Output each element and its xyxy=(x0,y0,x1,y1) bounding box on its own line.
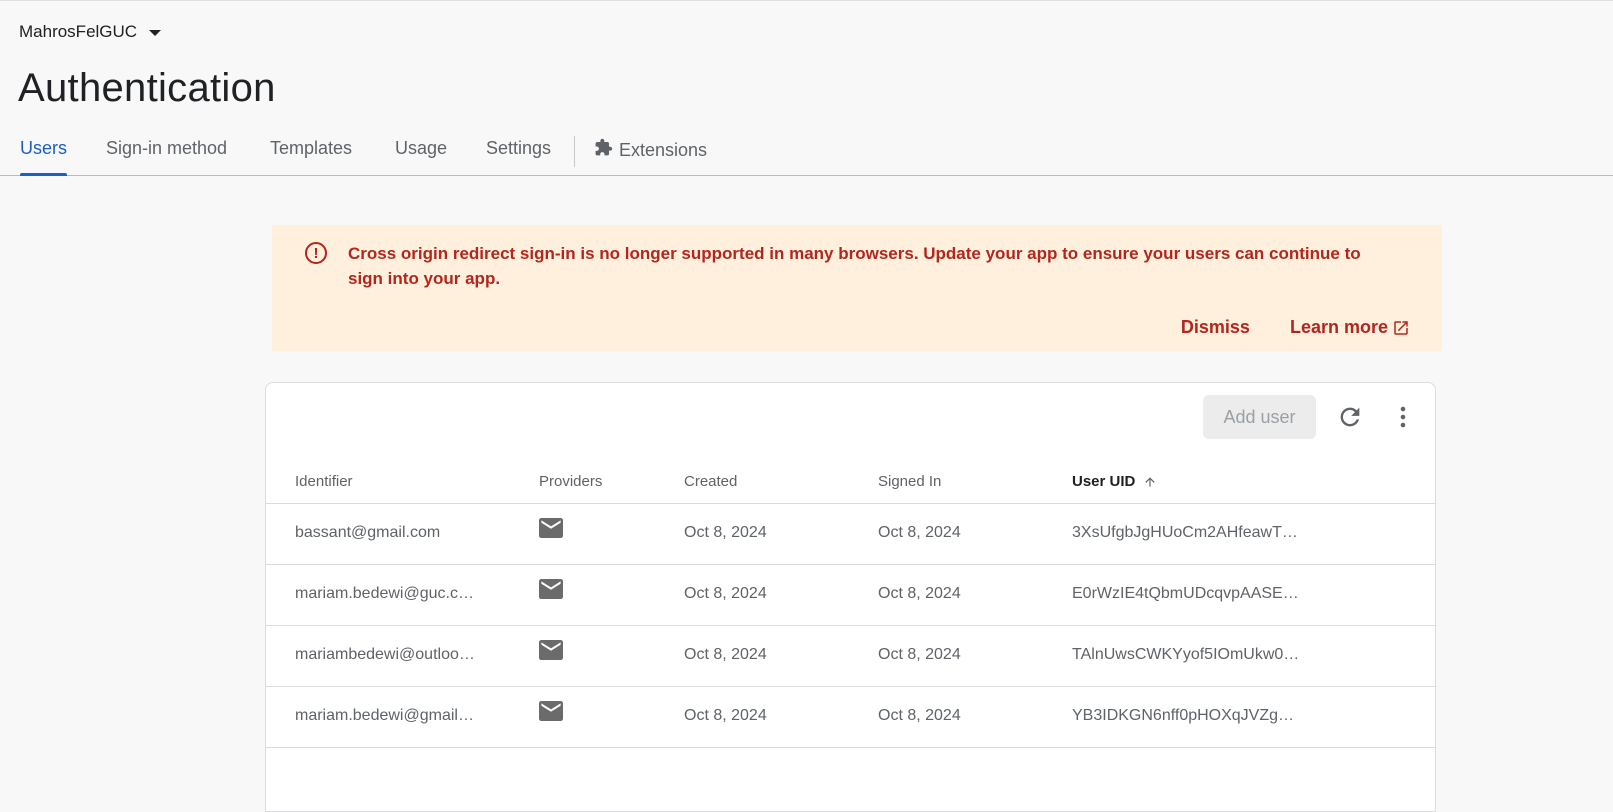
sort-ascending-icon xyxy=(1145,476,1156,487)
page-title: Authentication xyxy=(18,66,276,110)
top-divider xyxy=(0,0,1613,1)
table-row[interactable]: mariambedewi@outloo… Oct 8, 2024 Oct 8, … xyxy=(266,626,1435,687)
tab-divider xyxy=(574,136,575,167)
identifier-cell: mariambedewi@outloo… xyxy=(295,646,475,663)
banner-actions: Dismiss Learn more xyxy=(1181,317,1410,338)
signed-in-cell: Oct 8, 2024 xyxy=(878,585,961,602)
table-header: Identifier Providers Created Signed In U… xyxy=(266,463,1435,504)
identifier-cell: mariam.bedewi@gmail.… xyxy=(295,707,475,724)
tab-templates[interactable]: Templates xyxy=(270,138,352,159)
open-in-new-icon xyxy=(1394,320,1408,335)
error-icon: ! xyxy=(305,242,327,264)
column-user-uid[interactable]: User UID xyxy=(1072,473,1157,490)
column-providers: Providers xyxy=(539,473,603,490)
tab-bar: Users Sign-in method Templates Usage Set… xyxy=(0,128,1613,176)
extensions-icon xyxy=(594,138,613,162)
dismiss-label: Dismiss xyxy=(1180,317,1250,337)
created-cell: Oct 8, 2024 xyxy=(684,585,767,602)
table-row[interactable]: mariam.bedewi@guc.c… Oct 8, 2024 Oct 8, … xyxy=(266,565,1435,626)
email-icon xyxy=(539,701,563,726)
tab-extensions[interactable]: Extensions xyxy=(594,138,707,162)
signed-in-cell: Oct 8, 2024 xyxy=(878,646,961,663)
table-row[interactable]: mariam.bedewi@gmail.… Oct 8, 2024 Oct 8,… xyxy=(266,687,1435,748)
column-signed-in[interactable]: Signed In xyxy=(878,473,941,490)
created-cell: Oct 8, 2024 xyxy=(684,646,767,663)
learn-more-link[interactable]: Learn more xyxy=(1290,317,1410,338)
project-name: MahrosFelGUC xyxy=(19,22,138,41)
learn-more-label: Learn more xyxy=(1289,317,1388,337)
email-icon xyxy=(539,518,563,543)
email-icon xyxy=(539,579,563,604)
banner-message: Cross origin redirect sign-in is no long… xyxy=(348,244,1361,288)
more-vert-icon xyxy=(1400,406,1406,428)
identifier-cell: mariam.bedewi@guc.c… xyxy=(295,585,474,602)
uid-cell: 3XsUfgbJgHUoCm2AHfeawTJ… xyxy=(1072,524,1304,541)
tab-extensions-label: Extensions xyxy=(619,139,708,160)
warning-banner: ! Cross origin redirect sign-in is no lo… xyxy=(272,225,1442,351)
dismiss-button[interactable]: Dismiss xyxy=(1181,317,1250,338)
created-cell: Oct 8, 2024 xyxy=(684,707,767,724)
active-tab-indicator xyxy=(20,173,67,176)
more-options-button[interactable] xyxy=(1398,403,1408,431)
email-icon xyxy=(539,640,563,665)
uid-cell: TAlnUwsCWKYyof5IOmUkw09… xyxy=(1072,646,1304,663)
uid-cell: YB3IDKGN6nff0pHOXqJVZgK… xyxy=(1072,707,1304,724)
tab-users[interactable]: Users xyxy=(20,138,67,159)
column-created[interactable]: Created xyxy=(684,473,737,490)
column-user-uid-label: User UID xyxy=(1072,473,1136,490)
uid-cell: E0rWzIE4tQbmUDcqvpAASEc… xyxy=(1072,585,1304,602)
tab-sign-in-method[interactable]: Sign-in method xyxy=(106,138,227,159)
column-identifier[interactable]: Identifier xyxy=(295,473,353,490)
refresh-icon xyxy=(1340,407,1360,427)
refresh-button[interactable] xyxy=(1336,403,1364,431)
users-card: Add user Identifier Providers Created Si… xyxy=(265,382,1436,812)
identifier-cell: bassant@gmail.com xyxy=(295,524,441,541)
tab-usage[interactable]: Usage xyxy=(395,138,447,159)
signed-in-cell: Oct 8, 2024 xyxy=(878,524,961,541)
add-user-button[interactable]: Add user xyxy=(1203,395,1316,439)
tab-settings[interactable]: Settings xyxy=(486,138,551,159)
project-selector[interactable]: MahrosFelGUC xyxy=(19,22,162,42)
table-row[interactable]: bassant@gmail.com Oct 8, 2024 Oct 8, 202… xyxy=(266,504,1435,565)
created-cell: Oct 8, 2024 xyxy=(684,524,767,541)
signed-in-cell: Oct 8, 2024 xyxy=(878,707,961,724)
chevron-down-icon xyxy=(149,30,162,36)
